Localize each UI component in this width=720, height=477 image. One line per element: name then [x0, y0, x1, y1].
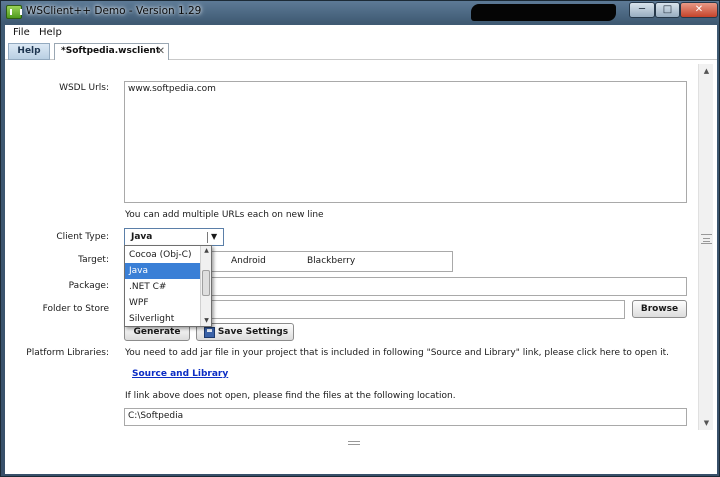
close-button[interactable]: ✕: [680, 2, 718, 18]
dropdown-scroll-up-icon[interactable]: ▲: [201, 246, 212, 256]
resize-grip-icon[interactable]: [348, 441, 360, 445]
platform-libraries-label: Platform Libraries:: [26, 348, 109, 358]
package-input[interactable]: [210, 277, 687, 296]
scroll-down-icon[interactable]: ▼: [699, 416, 714, 430]
target-option-blackberry[interactable]: Blackberry: [307, 256, 355, 266]
app-logo-icon: [6, 5, 22, 19]
client-type-value: Java: [131, 232, 153, 242]
wsdl-hint: You can add multiple URLs each on new li…: [125, 210, 324, 220]
option-silverlight[interactable]: Silverlight: [125, 311, 200, 327]
folder-label: Folder to Store: [42, 304, 109, 314]
dropdown-scroll-down-icon[interactable]: ▼: [201, 316, 212, 326]
target-label: Target:: [78, 255, 109, 265]
client-type-select[interactable]: Java ▼: [124, 228, 224, 246]
option-java[interactable]: Java: [125, 263, 200, 279]
target-options: Android Blackberry: [210, 251, 453, 272]
title-bar: WSClient++ Demo - Version 1.29 ─ □ ✕: [1, 1, 719, 23]
client-type-label: Client Type:: [56, 232, 109, 242]
source-library-link[interactable]: Source and Library: [132, 369, 228, 379]
dropdown-scrollbar[interactable]: ▲ ▼: [200, 246, 211, 326]
option-cocoa[interactable]: Cocoa (Obj-C): [125, 247, 200, 263]
save-settings-label: Save Settings: [217, 327, 289, 337]
target-option-android[interactable]: Android: [231, 256, 266, 266]
vertical-scrollbar[interactable]: ▲ ▼: [698, 64, 713, 430]
tab-help[interactable]: Help: [8, 43, 50, 60]
select-divider: [207, 232, 208, 243]
menu-bar: File Help: [5, 25, 717, 42]
redacted-bar: [471, 4, 616, 21]
browse-button[interactable]: Browse: [632, 300, 687, 318]
scroll-up-icon[interactable]: ▲: [699, 64, 714, 78]
app-window: WSClient++ Demo - Version 1.29 ─ □ ✕ Fil…: [0, 0, 720, 477]
scroll-thumb[interactable]: [701, 234, 712, 244]
tab-softpedia-wsclient[interactable]: *Softpedia.wsclient ✕: [54, 43, 169, 60]
package-label: Package:: [68, 281, 109, 291]
floppy-disk-icon: [204, 327, 215, 338]
option-dotnet-csharp[interactable]: .NET C#: [125, 279, 200, 295]
platform-libraries-text: You need to add jar file in your project…: [125, 348, 669, 358]
fallback-text: If link above does not open, please find…: [125, 391, 456, 401]
menu-file[interactable]: File: [13, 27, 30, 38]
wsdl-urls-label: WSDL Urls:: [59, 83, 109, 93]
minimize-button[interactable]: ─: [629, 2, 655, 18]
folder-input[interactable]: [210, 300, 625, 319]
library-location-field[interactable]: C:\Softpedia: [124, 408, 687, 426]
tab-bar: Help *Softpedia.wsclient ✕: [5, 42, 717, 60]
wsdl-urls-input[interactable]: www.softpedia.com: [124, 81, 687, 203]
menu-help[interactable]: Help: [39, 27, 62, 38]
chevron-down-icon[interactable]: ▼: [211, 232, 217, 241]
tab-close-icon[interactable]: ✕: [157, 44, 165, 59]
dropdown-scroll-thumb[interactable]: [202, 270, 210, 296]
window-title: WSClient++ Demo - Version 1.29: [26, 5, 202, 17]
tab-file-label: *Softpedia.wsclient: [61, 46, 161, 56]
maximize-button[interactable]: □: [655, 2, 680, 18]
option-wpf[interactable]: WPF: [125, 295, 200, 311]
client-type-dropdown-list: Cocoa (Obj-C) Java .NET C# WPF Silverlig…: [124, 245, 212, 327]
